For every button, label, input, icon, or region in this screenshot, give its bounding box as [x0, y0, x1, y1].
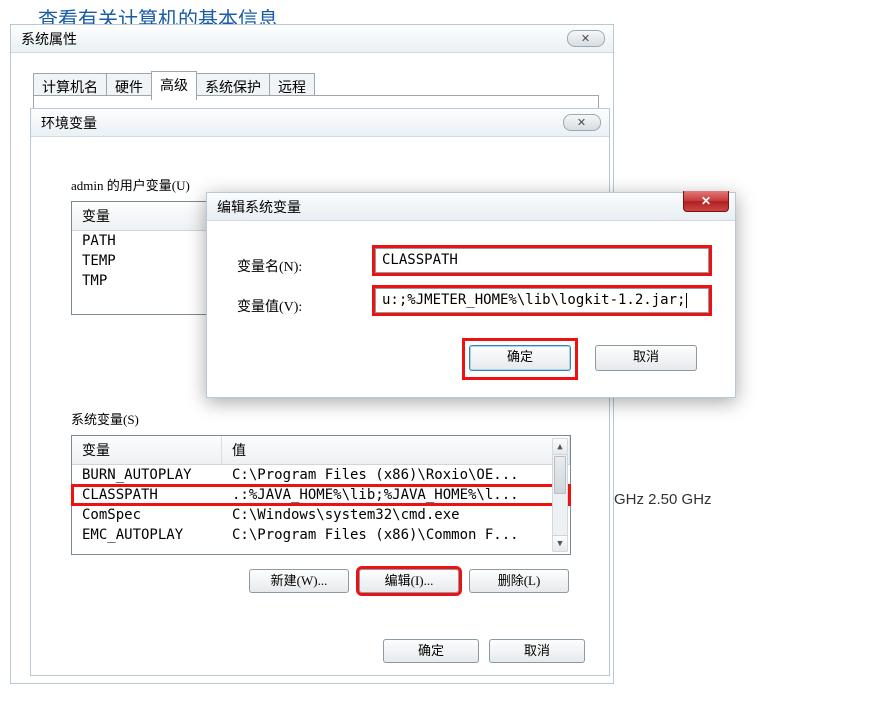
text-cursor [686, 293, 687, 308]
sys-var-name: CLASSPATH [72, 485, 222, 505]
new-button[interactable]: 新建(W)... [249, 569, 349, 593]
sys-var-value: C:\Program Files (x86)\Roxio\OE... [222, 465, 570, 485]
ok-button[interactable]: 确定 [383, 639, 479, 663]
variable-value-text: u:;%JMETER_HOME%\lib\logkit-1.2.jar; [382, 292, 685, 308]
scroll-thumb[interactable] [554, 456, 566, 494]
variable-name-label: 变量名(N): [237, 256, 302, 276]
table-row[interactable]: EMC_AUTOPLAY C:\Program Files (x86)\Comm… [72, 525, 570, 545]
variable-name-input[interactable]: CLASSPATH [375, 248, 709, 273]
variable-value-input[interactable]: u:;%JMETER_HOME%\lib\logkit-1.2.jar; [375, 288, 709, 313]
sys-var-value: C:\Windows\system32\cmd.exe [222, 505, 570, 525]
delete-button[interactable]: 删除(L) [469, 569, 569, 593]
envvars-title: 环境变量 [41, 113, 97, 133]
table-row-classpath[interactable]: CLASSPATH .:%JAVA_HOME%\lib;%JAVA_HOME%\… [72, 485, 570, 505]
envvars-titlebar[interactable]: 环境变量 ✕ [31, 109, 609, 137]
edit-system-variable-dialog: 编辑系统变量 ✕ 变量名(N): CLASSPATH 变量值(V): u:;%J… [206, 192, 736, 398]
sys-var-name: ComSpec [72, 505, 222, 525]
sys-var-name: BURN_AUTOPLAY [72, 465, 222, 485]
sys-var-value: C:\Program Files (x86)\Common F... [222, 525, 570, 545]
editvar-titlebar[interactable]: 编辑系统变量 [207, 193, 735, 221]
sysprops-titlebar[interactable]: 系统属性 ✕ [11, 25, 613, 53]
bg-ghz-text: GHz 2.50 GHz [614, 491, 712, 508]
close-icon[interactable]: ✕ [683, 191, 729, 212]
system-vars-listbox[interactable]: 变量 值 BURN_AUTOPLAY C:\Program Files (x86… [71, 435, 571, 555]
user-var-name: TEMP [72, 251, 222, 271]
sys-vars-group-label: 系统变量(S) [71, 409, 139, 428]
close-icon[interactable]: ✕ [567, 30, 605, 47]
sysprops-title: 系统属性 [21, 29, 77, 49]
ok-button[interactable]: 确定 [469, 345, 571, 371]
cancel-button[interactable]: 取消 [595, 345, 697, 371]
user-vars-group-label: admin 的用户变量(U) [71, 175, 190, 194]
user-var-name: TMP [72, 271, 222, 291]
col-value[interactable]: 值 [222, 436, 570, 464]
close-icon[interactable]: ✕ [563, 114, 601, 131]
sys-list-header: 变量 值 [72, 436, 570, 465]
sys-var-name: EMC_AUTOPLAY [72, 525, 222, 545]
editvar-title: 编辑系统变量 [217, 197, 301, 217]
table-row[interactable]: ComSpec C:\Windows\system32\cmd.exe [72, 505, 570, 525]
cancel-button[interactable]: 取消 [489, 639, 585, 663]
col-variable[interactable]: 变量 [72, 436, 222, 464]
scroll-up-icon[interactable]: ▲ [553, 439, 567, 455]
scroll-down-icon[interactable]: ▼ [553, 535, 567, 551]
user-var-name: PATH [72, 231, 222, 251]
col-variable[interactable]: 变量 [72, 202, 222, 230]
tab-advanced[interactable]: 高级 [151, 71, 197, 100]
sys-var-value: .:%JAVA_HOME%\lib;%JAVA_HOME%\l... [222, 485, 570, 505]
scrollbar[interactable]: ▲ ▼ [552, 438, 568, 552]
edit-button[interactable]: 编辑(I)... [359, 569, 459, 593]
table-row[interactable]: BURN_AUTOPLAY C:\Program Files (x86)\Rox… [72, 465, 570, 485]
variable-value-label: 变量值(V): [237, 296, 302, 316]
